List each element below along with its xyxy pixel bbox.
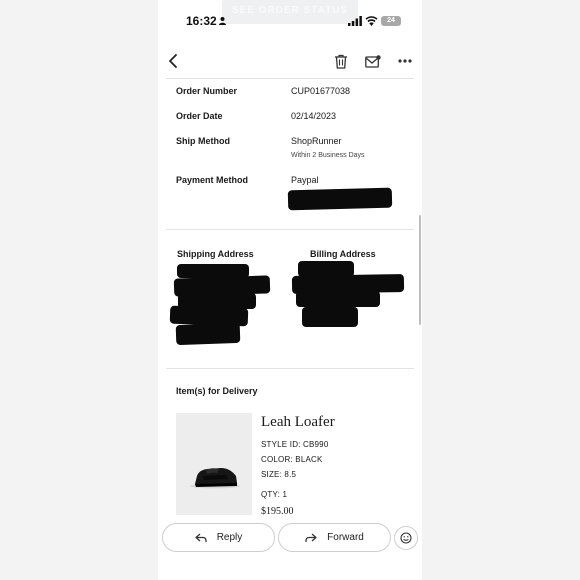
more-button[interactable] (394, 50, 416, 72)
section-divider (166, 229, 414, 230)
status-bar: SEE ORDER STATUS 16:32 24 (158, 0, 422, 40)
redaction-mark (175, 322, 241, 346)
more-horizontal-icon (398, 59, 412, 63)
product-size: SIZE: 8.5 (261, 470, 297, 479)
redaction-mark (296, 291, 380, 307)
shipping-address-title: Shipping Address (177, 249, 254, 259)
trash-icon (335, 54, 347, 69)
email-body[interactable]: Order Number CUP01677038 Order Date 02/1… (166, 78, 414, 524)
background-left (0, 0, 158, 580)
forward-label: Forward (327, 532, 364, 543)
mark-unread-button[interactable] (362, 50, 384, 72)
app-bar (158, 44, 422, 78)
items-title: Item(s) for Delivery (176, 386, 258, 396)
loafer-shoe-image (190, 468, 240, 489)
section-divider (166, 368, 414, 369)
redaction-mark (287, 187, 393, 211)
reply-icon (195, 533, 207, 542)
background-right (422, 0, 580, 580)
forward-icon (305, 533, 317, 542)
battery-icon: 24 (381, 16, 401, 26)
redaction-mark (302, 307, 358, 327)
back-button[interactable] (162, 50, 184, 72)
action-bar: Reply Forward (158, 522, 422, 558)
payment-method-label: Payment Method (176, 175, 249, 185)
billing-address-title: Billing Address (310, 249, 376, 259)
faded-banner: SEE ORDER STATUS (222, 0, 358, 24)
mail-unread-icon (365, 54, 381, 68)
ship-method-value: ShopRunner (291, 136, 342, 146)
wifi-icon (365, 16, 378, 26)
product-name[interactable]: Leah Loafer (261, 414, 335, 431)
phone-screen: SEE ORDER STATUS 16:32 24 Order Number C… (158, 0, 422, 580)
product-color: COLOR: BLACK (261, 455, 323, 464)
reply-button[interactable]: Reply (162, 523, 275, 552)
delete-button[interactable] (330, 50, 352, 72)
payment-method-value: Paypal (291, 175, 319, 185)
order-date-value: 02/14/2023 (291, 111, 337, 121)
order-date-label: Order Date (176, 111, 223, 121)
order-number-label: Order Number (176, 86, 238, 96)
smiley-icon (400, 532, 412, 544)
scrollbar[interactable] (419, 215, 421, 325)
reply-label: Reply (216, 532, 243, 543)
signal-icon (348, 16, 362, 26)
forward-button[interactable]: Forward (278, 523, 391, 552)
product-image[interactable] (176, 413, 252, 515)
emoji-reaction-button[interactable] (394, 526, 418, 550)
person-icon (219, 17, 226, 25)
chevron-left-icon (169, 54, 177, 68)
ship-method-label: Ship Method (176, 136, 230, 146)
order-number-value: CUP01677038 (291, 86, 351, 96)
product-quantity: QTY: 1 (261, 490, 288, 499)
product-price: $195.00 (261, 506, 294, 517)
ship-method-detail: Within 2 Business Days (291, 152, 365, 159)
product-style-id: STYLE ID: CB990 (261, 440, 329, 449)
status-time: 16:32 (186, 14, 217, 28)
